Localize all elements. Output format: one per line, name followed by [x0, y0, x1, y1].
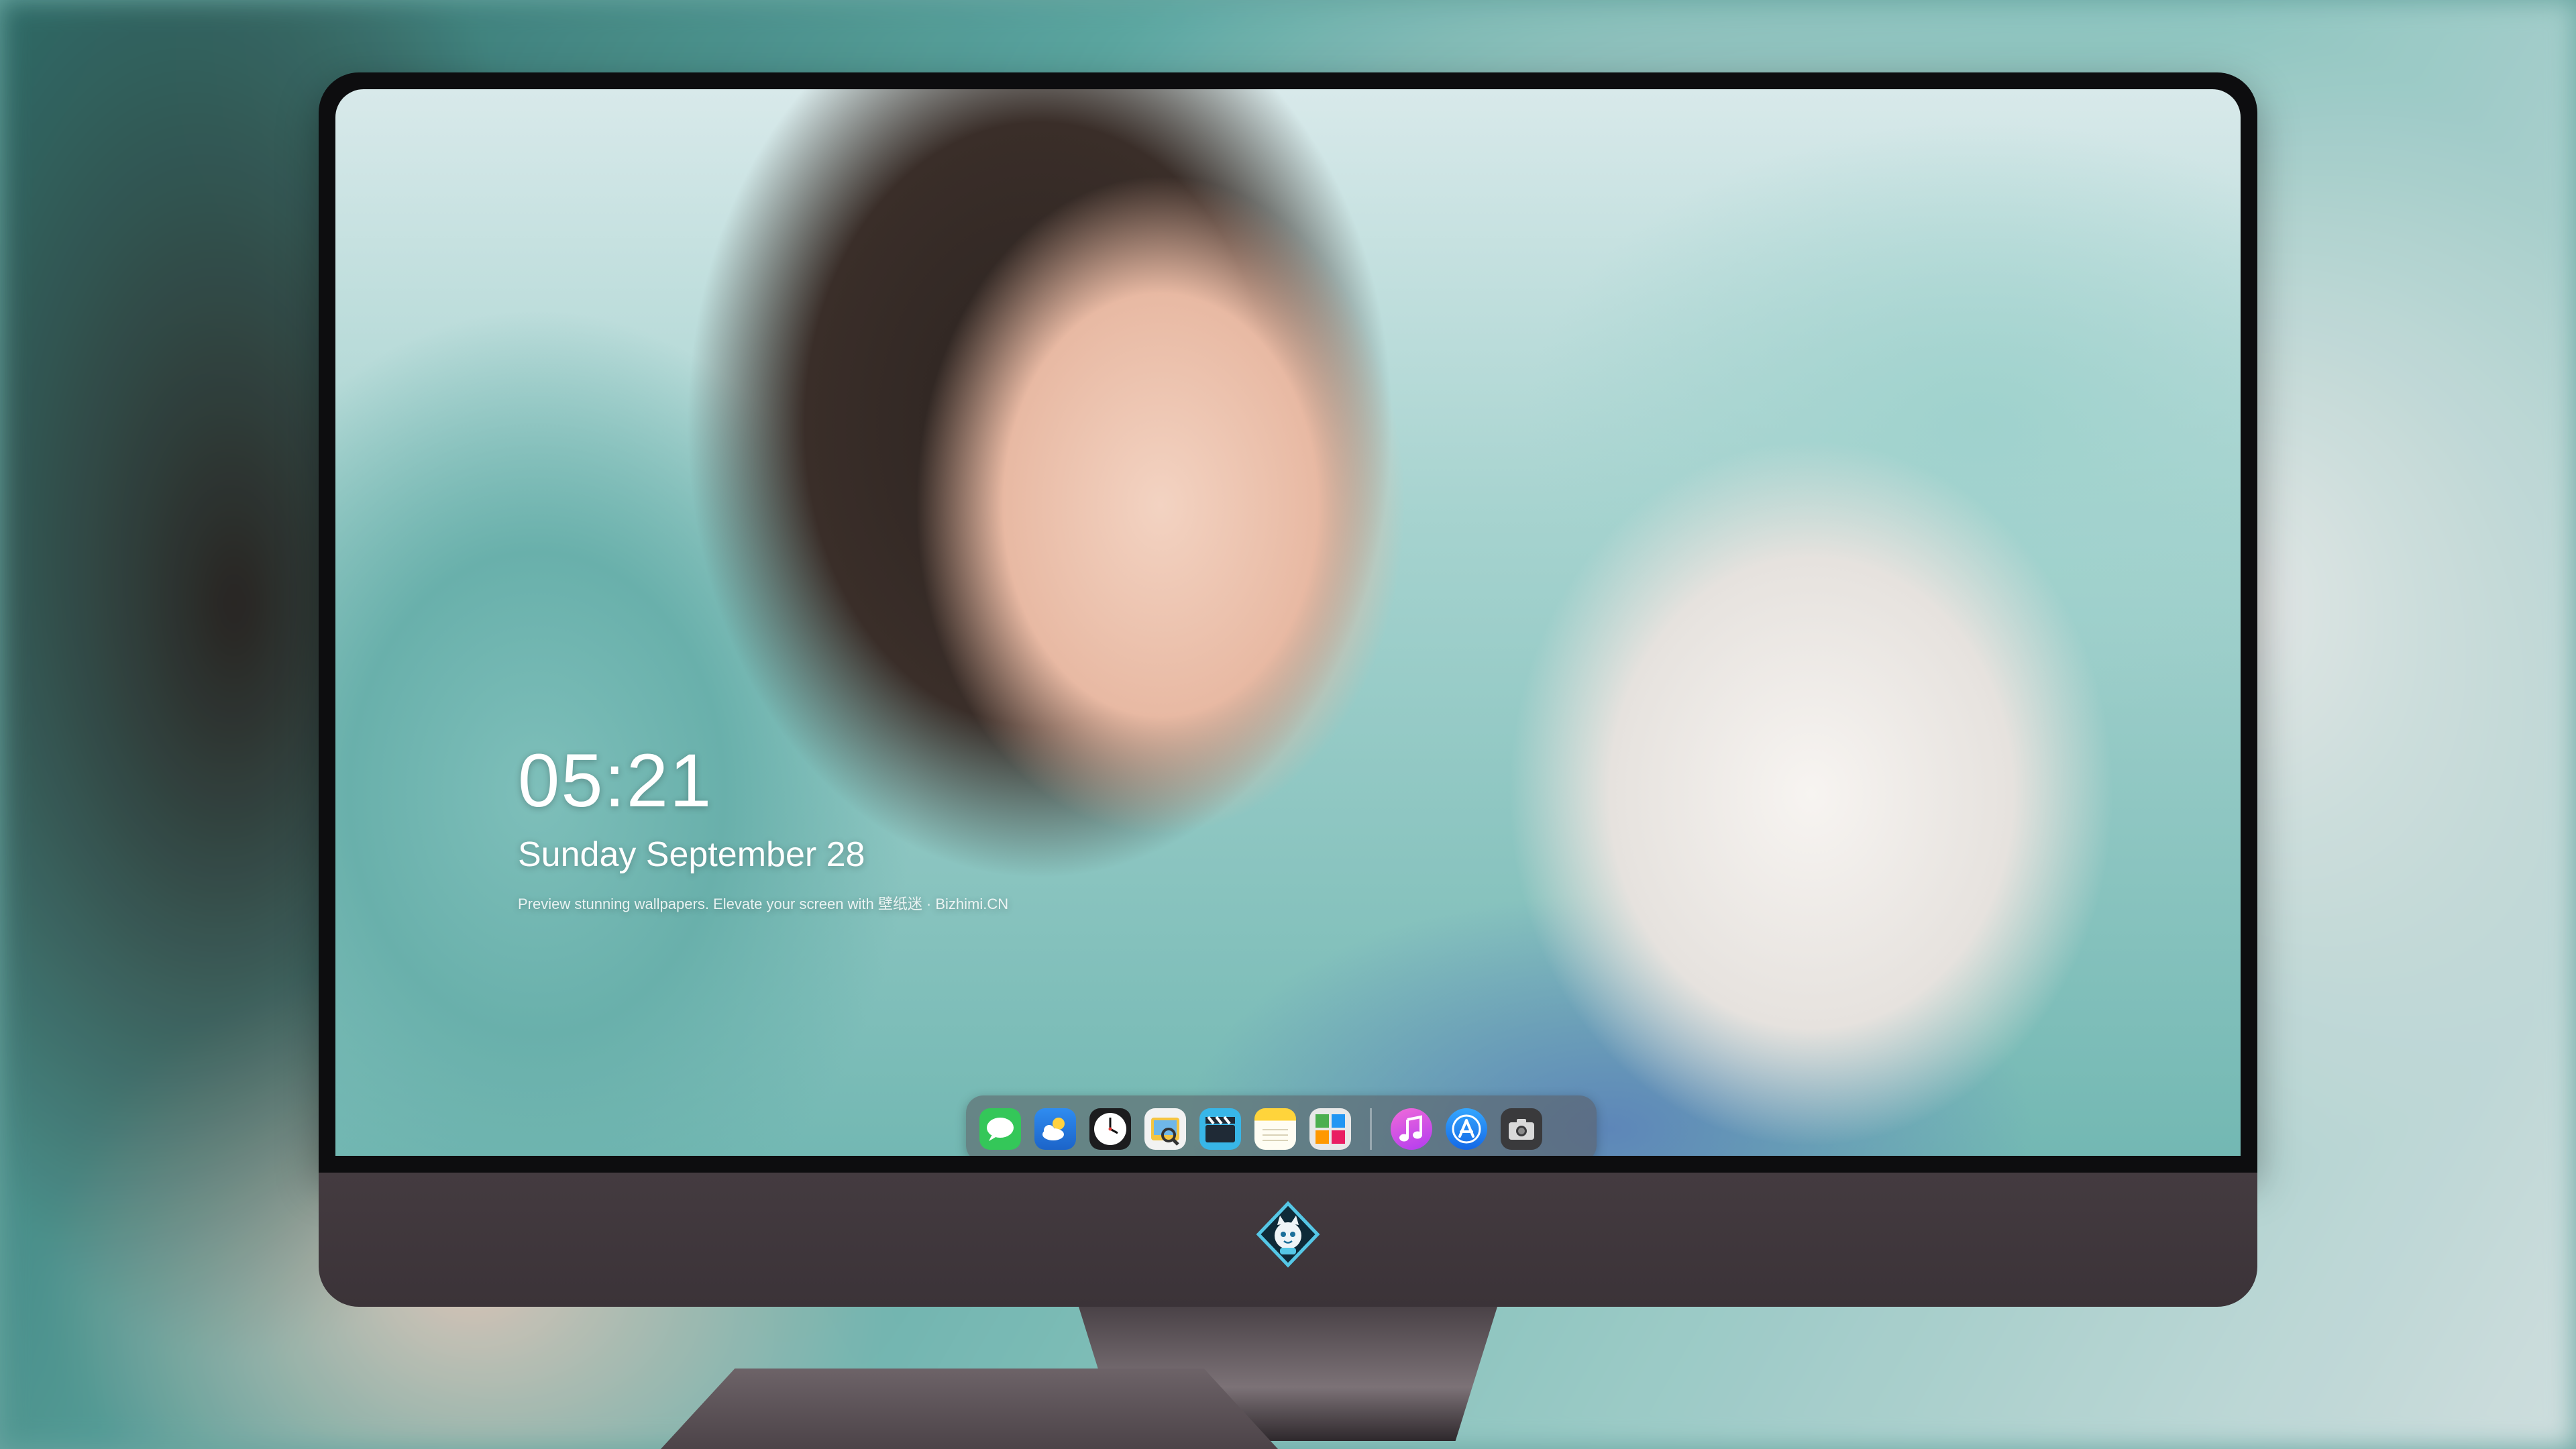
notes-icon[interactable] — [1254, 1108, 1296, 1150]
music-icon[interactable] — [1391, 1108, 1432, 1150]
preview-icon[interactable] — [1144, 1108, 1186, 1150]
desktop-screen: 05:21 Sunday September 28 Preview stunni… — [335, 89, 2241, 1156]
dock — [966, 1095, 1597, 1156]
monitor: 05:21 Sunday September 28 Preview stunni… — [319, 72, 2257, 1441]
camera-icon[interactable] — [1501, 1108, 1542, 1150]
clock-icon[interactable] — [1089, 1108, 1131, 1150]
clapperboard-icon[interactable] — [1199, 1108, 1241, 1150]
weather-icon[interactable] — [1034, 1108, 1076, 1150]
lock-screen-clock: 05:21 Sunday September 28 Preview stunni… — [518, 743, 1008, 914]
messages-icon[interactable] — [979, 1108, 1021, 1150]
dock-separator — [1370, 1108, 1372, 1150]
monitor-stand-base — [661, 1368, 1278, 1449]
wallpaper-tagline: Preview stunning wallpapers. Elevate you… — [518, 896, 1009, 912]
date-display: Sunday September 28 — [518, 835, 865, 874]
time-display: 05:21 — [518, 739, 713, 822]
mascot-logo-icon — [1254, 1201, 1322, 1268]
monitor-bezel: 05:21 Sunday September 28 Preview stunni… — [319, 72, 2257, 1173]
monitor-chin — [319, 1173, 2257, 1307]
app-store-icon[interactable] — [1446, 1108, 1487, 1150]
photos-icon[interactable] — [1309, 1108, 1351, 1150]
